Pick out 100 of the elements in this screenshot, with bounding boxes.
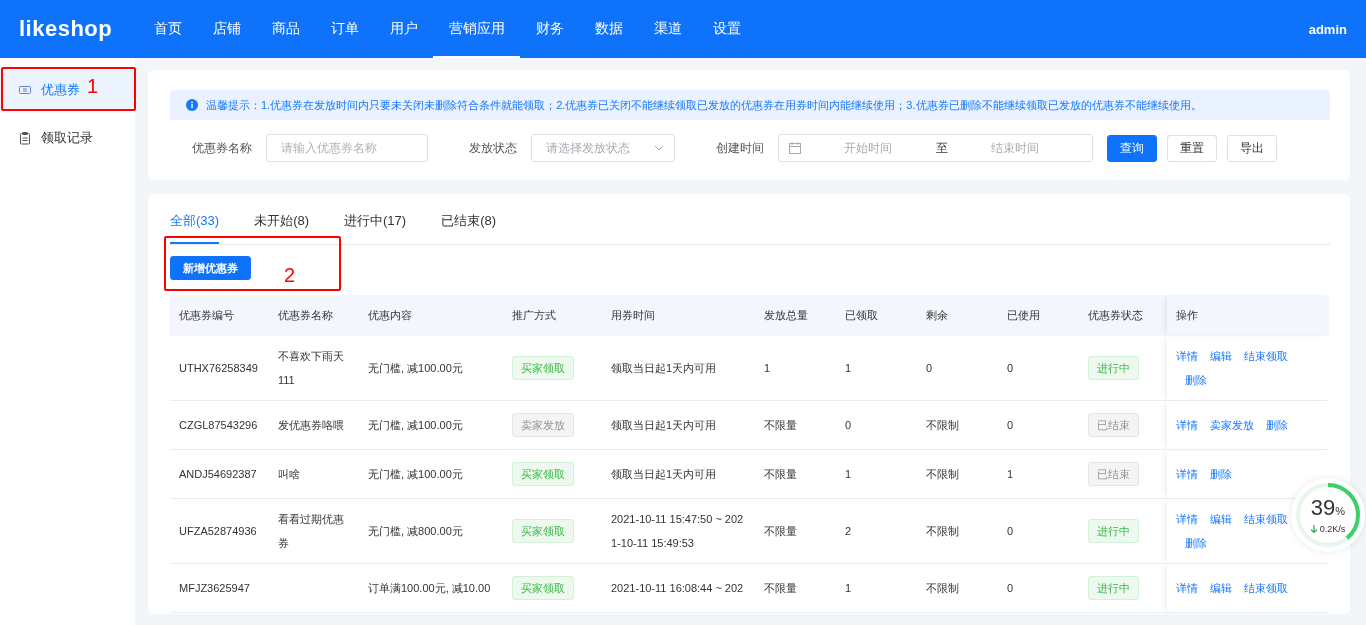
action-link[interactable]: 编辑 bbox=[1210, 507, 1232, 531]
table-cell: 发优惠券咯喂 bbox=[278, 419, 344, 431]
nav-item[interactable]: 店铺 bbox=[197, 0, 256, 58]
column-header: 发放总量 bbox=[755, 295, 836, 336]
table-cell: 1 bbox=[845, 362, 852, 374]
table-cell: 订单满100.00元, 减10.00 bbox=[368, 582, 491, 594]
tab[interactable]: 已结束(8) bbox=[441, 194, 497, 244]
percent-unit: % bbox=[1335, 505, 1346, 517]
action-link[interactable]: 删除 bbox=[1266, 413, 1288, 437]
table-cell: 不限制 bbox=[926, 582, 959, 594]
table-cell: 领取当日起1天内可用 bbox=[611, 362, 717, 374]
nav-item[interactable]: 财务 bbox=[520, 0, 579, 58]
tab[interactable]: 进行中(17) bbox=[344, 194, 407, 244]
sidebar-item[interactable]: 领取记录 bbox=[0, 118, 135, 158]
action-link[interactable]: 详情 bbox=[1176, 413, 1198, 437]
table-cell: 不喜欢下雨天111 bbox=[278, 350, 344, 386]
method-tag: 买家领取 bbox=[512, 462, 574, 486]
status-select[interactable]: 请选择发放状态 bbox=[531, 134, 675, 162]
table-cell: 0 bbox=[1007, 525, 1014, 537]
nav-item[interactable]: 订单 bbox=[315, 0, 374, 58]
sidebar-item[interactable]: 优惠券 1 bbox=[0, 70, 135, 110]
column-header: 优惠券编号 bbox=[170, 295, 269, 336]
action-link[interactable]: 详情 bbox=[1176, 462, 1198, 486]
filter-label: 创建时间 bbox=[716, 139, 764, 157]
name-input[interactable]: 请输入优惠券名称 bbox=[266, 134, 428, 162]
tab[interactable]: 未开始(8) bbox=[254, 194, 309, 244]
filter-label: 发放状态 bbox=[469, 139, 517, 157]
column-header: 推广方式 bbox=[503, 295, 602, 336]
table-cell: 2021-10-11 16:08:44 ~ 202 bbox=[611, 582, 744, 594]
table-cell: 不限量 bbox=[764, 525, 797, 537]
column-header: 剩余 bbox=[917, 295, 998, 336]
table-cell: 不限制 bbox=[926, 468, 959, 480]
table-cell: 不限量 bbox=[764, 419, 797, 431]
logo: likeshop bbox=[18, 16, 114, 42]
notice-text: 温馨提示：1.优惠券在发放时间内只要未关闭未删除符合条件就能领取；2.优惠券已关闭不能继续领取已发放的优惠券在用券时间内能继续使用；3.优惠券已删除不能继续领取已发放的优惠券不能继续使用。 bbox=[206, 97, 1202, 113]
date-range-field[interactable]: 开始时间 至 结束时间 bbox=[778, 134, 1093, 162]
action-link[interactable]: 卖家发放 bbox=[1210, 413, 1254, 437]
annotation-number: 2 bbox=[284, 264, 296, 287]
table-cell: 不限制 bbox=[926, 525, 959, 537]
action-button[interactable]: 重置 bbox=[1167, 134, 1217, 162]
column-header: 已使用 bbox=[998, 295, 1079, 336]
method-tag: 卖家发放 bbox=[512, 413, 574, 437]
table-cell: 0 bbox=[926, 362, 933, 374]
nav-item[interactable]: 设置 bbox=[697, 0, 756, 58]
percent-value: 39 bbox=[1310, 495, 1336, 520]
annotation-number: 1 bbox=[87, 75, 99, 98]
nav-item[interactable]: 营销应用 bbox=[433, 0, 520, 58]
add-coupon-button[interactable]: 新增优惠券 bbox=[170, 256, 251, 280]
action-link[interactable]: 结束领取 bbox=[1244, 507, 1288, 531]
nav-item[interactable]: 渠道 bbox=[638, 0, 697, 58]
ticket-icon bbox=[18, 83, 32, 97]
action-link[interactable]: 详情 bbox=[1176, 507, 1198, 531]
table-cell: 看看过期优惠券 bbox=[278, 513, 344, 549]
method-tag: 买家领取 bbox=[512, 576, 574, 600]
tab[interactable]: 全部(33) bbox=[170, 194, 220, 244]
table-cell: 0 bbox=[845, 419, 852, 431]
table-cell: 1 bbox=[764, 362, 771, 374]
speed-value: 0.2K/s bbox=[1319, 524, 1346, 534]
table-cell: 无门槛, 减100.00元 bbox=[368, 468, 463, 480]
action-link[interactable]: 结束领取 bbox=[1244, 344, 1288, 368]
column-header: 优惠内容 bbox=[359, 295, 503, 336]
table-cell: 不限制 bbox=[926, 419, 959, 431]
table-cell: 无门槛, 减100.00元 bbox=[368, 419, 463, 431]
nav-item[interactable]: 首页 bbox=[138, 0, 197, 58]
search-button[interactable]: 查询 bbox=[1107, 134, 1157, 162]
table-cell: 叫啥 bbox=[278, 468, 300, 480]
calendar-icon bbox=[789, 142, 801, 154]
action-link[interactable]: 详情 bbox=[1176, 576, 1198, 600]
status-tag: 进行中 bbox=[1088, 356, 1139, 380]
column-header: 操作 bbox=[1167, 295, 1329, 336]
table-cell: MFJZ3625947 bbox=[179, 582, 250, 594]
nav-item[interactable]: 商品 bbox=[256, 0, 315, 58]
action-link[interactable]: 删除 bbox=[1185, 531, 1207, 555]
nav-item[interactable]: 用户 bbox=[374, 0, 433, 58]
action-link[interactable]: 结束领取 bbox=[1244, 576, 1288, 600]
table-cell: 2021-10-11 15:47:50 ~ 2021-10-11 15:49:53 bbox=[611, 513, 744, 549]
action-link[interactable]: 编辑 bbox=[1210, 344, 1232, 368]
down-arrow-icon bbox=[1310, 525, 1317, 533]
caret-icon bbox=[654, 145, 664, 151]
action-link[interactable]: 删除 bbox=[1185, 368, 1207, 392]
table-cell: 不限量 bbox=[764, 468, 797, 480]
filter-label: 优惠券名称 bbox=[192, 139, 252, 157]
table-cell: 0 bbox=[1007, 362, 1014, 374]
column-header: 用券时间 bbox=[602, 295, 755, 336]
table-cell: 无门槛, 减800.00元 bbox=[368, 525, 463, 537]
info-icon bbox=[186, 99, 198, 111]
user-name[interactable]: admin bbox=[1308, 21, 1366, 37]
table-cell: 2 bbox=[845, 525, 852, 537]
action-button[interactable]: 导出 bbox=[1227, 134, 1277, 162]
nav-item[interactable]: 数据 bbox=[579, 0, 638, 58]
method-tag: 买家领取 bbox=[512, 519, 574, 543]
table-cell: ANDJ54692387 bbox=[179, 468, 257, 480]
table-cell: CZGL87543296 bbox=[179, 419, 258, 431]
action-link[interactable]: 删除 bbox=[1210, 462, 1232, 486]
clipboard-icon bbox=[18, 131, 32, 145]
table-cell: UTHX76258349 bbox=[179, 362, 258, 374]
table-cell: 1 bbox=[845, 582, 852, 594]
action-link[interactable]: 编辑 bbox=[1210, 576, 1232, 600]
action-link[interactable]: 详情 bbox=[1176, 344, 1198, 368]
method-tag: 买家领取 bbox=[512, 356, 574, 380]
